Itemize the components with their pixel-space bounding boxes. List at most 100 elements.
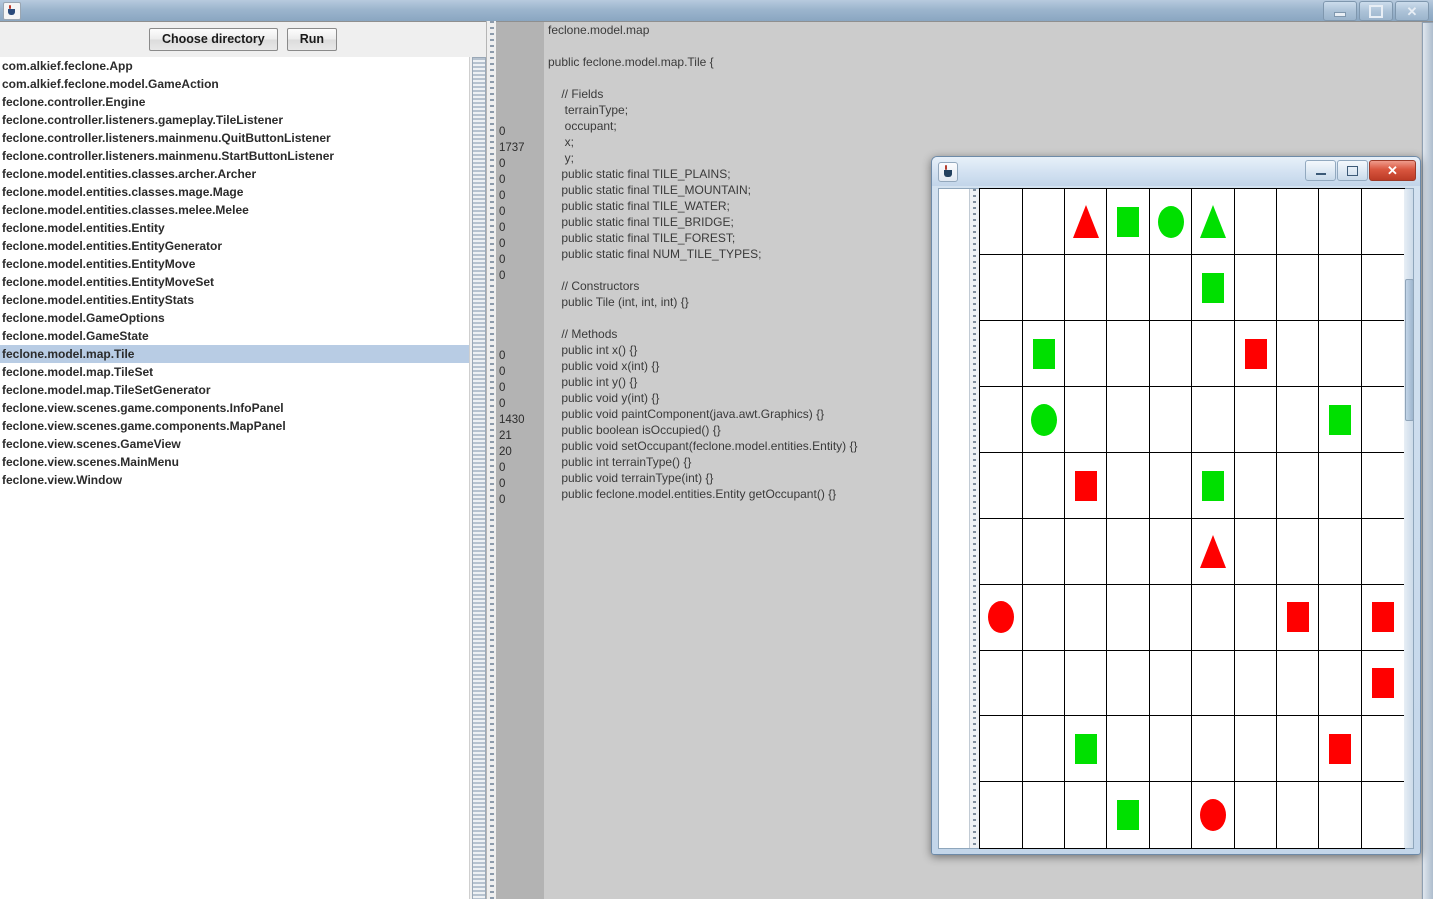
map-cell[interactable] [1233,188,1278,256]
map-cell[interactable] [1021,451,1066,520]
map-cell[interactable] [1064,320,1108,388]
map-cell[interactable] [1106,649,1151,717]
map-cell[interactable] [1148,583,1193,652]
map-cell[interactable] [1021,385,1066,454]
map-cell[interactable] [1191,385,1236,454]
game-window[interactable]: ✕ [931,156,1421,855]
map-cell[interactable] [1064,649,1108,717]
map-cell[interactable] [1106,188,1151,256]
class-list-item[interactable]: feclone.model.map.TileSetGenerator [0,381,486,399]
map-cell[interactable] [1360,781,1405,849]
app-titlebar[interactable]: ✕ [0,0,1433,21]
scrollbar-thumb[interactable] [1422,22,1433,899]
class-list-item[interactable]: com.alkief.feclone.App [0,57,486,75]
class-list-item[interactable]: feclone.view.scenes.game.components.MapP… [0,417,486,435]
map-cell[interactable] [1064,188,1108,256]
map-cell[interactable] [1360,320,1405,388]
map-cell[interactable] [1318,254,1363,322]
map-cell[interactable] [1148,517,1193,586]
map-cell[interactable] [1021,583,1066,652]
map-cell[interactable] [1191,451,1236,520]
map-cell[interactable] [1318,385,1363,454]
class-list-item[interactable]: feclone.model.entities.classes.melee.Mel… [0,201,486,219]
map-cell[interactable] [1106,320,1151,388]
map-cell[interactable] [1360,715,1405,783]
map-cell[interactable] [1233,583,1278,652]
map-cell[interactable] [1318,583,1363,652]
map-cell[interactable] [1276,583,1320,652]
game-close-button[interactable]: ✕ [1369,160,1416,181]
map-cell[interactable] [1106,517,1151,586]
map-cell[interactable] [1021,715,1066,783]
map-cell[interactable] [1064,254,1108,322]
map-cell[interactable] [979,254,1024,322]
class-list-item[interactable]: feclone.model.entities.EntityGenerator [0,237,486,255]
game-maximize-button[interactable] [1337,160,1368,181]
run-button[interactable]: Run [286,27,338,52]
map-cell[interactable] [1191,517,1236,586]
map-cell[interactable] [1233,320,1278,388]
map-cell[interactable] [1318,188,1363,256]
map-cell[interactable] [1233,517,1278,586]
map-cell[interactable] [1106,254,1151,322]
app-minimize-button[interactable] [1323,1,1357,21]
map-cell[interactable] [1021,517,1066,586]
map-cell[interactable] [1276,188,1320,256]
map-cell[interactable] [1233,451,1278,520]
map-cell[interactable] [1106,715,1151,783]
class-list-item[interactable]: feclone.model.GameState [0,327,486,345]
class-list-item[interactable]: feclone.view.scenes.MainMenu [0,453,486,471]
map-cell[interactable] [1021,320,1066,388]
map-cell[interactable] [1148,715,1193,783]
class-list-item[interactable]: feclone.controller.listeners.mainmenu.Qu… [0,129,486,147]
map-cell[interactable] [1021,649,1066,717]
class-list-item[interactable]: feclone.view.scenes.GameView [0,435,486,453]
map-cell[interactable] [1106,385,1151,454]
class-list[interactable]: com.alkief.feclone.App com.alkief.feclone… [0,57,486,899]
map-cell[interactable] [1276,451,1320,520]
map-cell[interactable] [1148,188,1193,256]
map-cell[interactable] [1360,451,1405,520]
map-cell[interactable] [1148,320,1193,388]
map-cell[interactable] [1021,254,1066,322]
app-maximize-button[interactable] [1359,1,1393,21]
class-list-item[interactable]: feclone.model.entities.EntityMove [0,255,486,273]
game-minimize-button[interactable] [1305,160,1336,181]
map-cell[interactable] [1021,781,1066,849]
map-cell[interactable] [1233,385,1278,454]
map-cell[interactable] [1191,254,1236,322]
map-cell[interactable] [1318,320,1363,388]
class-list-item[interactable]: com.alkief.feclone.model.GameAction [0,75,486,93]
map-cell[interactable] [1191,649,1236,717]
map-cell[interactable] [1276,517,1320,586]
scrollbar-thumb[interactable] [472,57,486,899]
class-list-item[interactable]: feclone.controller.listeners.mainmenu.St… [0,147,486,165]
map-cell[interactable] [979,451,1024,520]
map-cell[interactable] [1318,451,1363,520]
map-cell[interactable] [1276,649,1320,717]
class-list-item[interactable]: feclone.model.entities.EntityStats [0,291,486,309]
map-cell[interactable] [1318,781,1363,849]
map-cell[interactable] [1360,649,1405,717]
map-cell[interactable] [1233,254,1278,322]
map-cell[interactable] [1360,583,1405,652]
map-cell[interactable] [1360,385,1405,454]
map-cell[interactable] [1233,781,1278,849]
map-cell[interactable] [979,188,1024,256]
map-cell[interactable] [1148,781,1193,849]
class-list-item[interactable]: feclone.view.scenes.game.components.Info… [0,399,486,417]
map-cell[interactable] [1276,254,1320,322]
class-list-item[interactable]: feclone.model.entities.Entity [0,219,486,237]
class-list-item[interactable]: feclone.controller.listeners.gameplay.Ti… [0,111,486,129]
map-cell[interactable] [1021,188,1066,256]
map-scrollbar[interactable] [1404,189,1414,848]
map-cell[interactable] [1276,781,1320,849]
map-cell[interactable] [1191,781,1236,849]
map-cell[interactable] [1148,451,1193,520]
class-list-item[interactable]: feclone.controller.Engine [0,93,486,111]
class-list-item[interactable]: feclone.model.GameOptions [0,309,486,327]
map-cell[interactable] [979,649,1024,717]
map-cell[interactable] [979,517,1024,586]
map-cell[interactable] [1148,385,1193,454]
map-cell[interactable] [1318,715,1363,783]
